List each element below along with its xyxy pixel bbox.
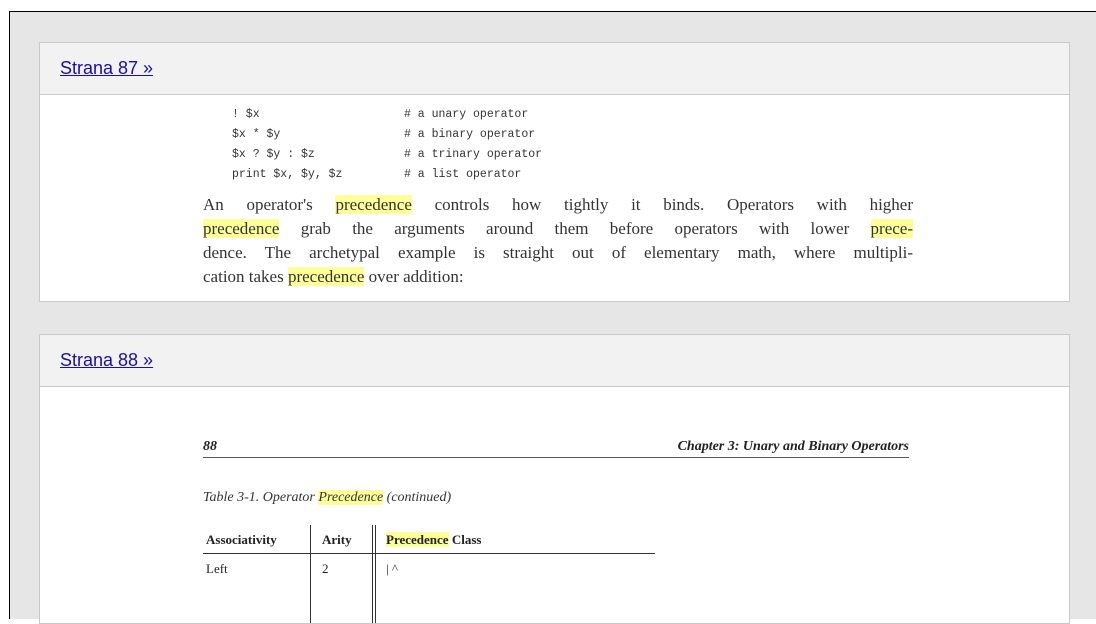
text-run: controls how tightly it binds. Operators… [411,195,914,214]
column-header: Arity [322,532,352,547]
page-number: 88 [203,439,217,454]
text-run: over addition: [364,267,464,286]
search-highlight: Precedence [318,490,384,505]
column-header: Precedence Class [386,532,481,548]
text-run: cation takes [203,267,288,286]
result-card-88: Strana 88 » 88 Chapter 3: Unary and Bina… [39,334,1070,624]
table-cell: 2 [322,561,329,576]
code-line: $x ? $y : $z # a trinary operator [232,145,542,165]
text-run: An operator's [203,195,336,214]
code-statement: print $x, $y, $z [232,168,343,181]
text-run: (continued) [383,490,452,505]
table-header-row: Associativity Arity Precedence Class [203,525,655,554]
table-caption: Table 3-1. Operator Precedence (continue… [203,490,451,506]
column-divider [375,525,376,623]
text-run: Table 3-1. Operator [203,490,319,505]
card-header: Strana 87 » [40,43,1069,95]
text-run: Class [448,532,482,547]
table-cell: Left [206,561,228,576]
column-divider [310,525,311,623]
code-block: ! $x # a unary operator $x * $y # a binary… [232,105,542,185]
code-statement: $x ? $y : $z [232,148,315,161]
page-link-87[interactable]: Strana 87 » [60,58,153,79]
code-line: $x * $y # a binary operator [232,125,542,145]
precedence-table: Associativity Arity Precedence Class Lef… [203,525,655,582]
column-header: Associativity [206,532,277,547]
search-highlight: precedence [203,219,280,238]
para-line: An operator's precedence controls how ti… [203,193,913,217]
card-header: Strana 88 » [40,335,1069,387]
code-comment: # a unary operator [404,108,529,121]
chapter-title: Chapter 3: Unary and Binary Operators [677,439,909,454]
code-statement: $x * $y [232,128,281,141]
page-snippet: 88 Chapter 3: Unary and Binary Operators… [40,387,1069,623]
search-highlight: prece- [870,219,913,238]
table-cell: | ^ [386,561,398,576]
table-row: Left 2 | ^ [203,554,655,582]
para-line: cation takes precedence over addition: [203,265,913,289]
snippet-paragraph: An operator's precedence controls how ti… [203,193,913,289]
text-run: grab the arguments around them before op… [279,219,871,238]
results-frame: Strana 87 » ! $x # a unary operator $x * … [9,11,1096,624]
code-comment: # a trinary operator [404,148,543,161]
code-statement: ! $x [232,108,260,121]
result-card-87: Strana 87 » ! $x # a unary operator $x * … [39,42,1070,302]
page-link-88[interactable]: Strana 88 » [60,350,153,371]
para-line: precedence grab the arguments around the… [203,217,913,241]
page-snippet: ! $x # a unary operator $x * $y # a binary… [40,95,1069,301]
code-comment: # a list operator [404,168,522,181]
code-line: ! $x # a unary operator [232,105,542,125]
column-divider [372,525,373,623]
search-highlight: precedence [287,267,365,286]
search-highlight: precedence [335,195,412,214]
code-comment: # a binary operator [404,128,536,141]
search-highlight: Precedence [386,532,449,547]
para-line: dence. The archetypal example is straigh… [203,243,913,262]
code-line: print $x, $y, $z # a list operator [232,165,542,185]
running-head: 88 Chapter 3: Unary and Binary Operators [203,439,909,458]
